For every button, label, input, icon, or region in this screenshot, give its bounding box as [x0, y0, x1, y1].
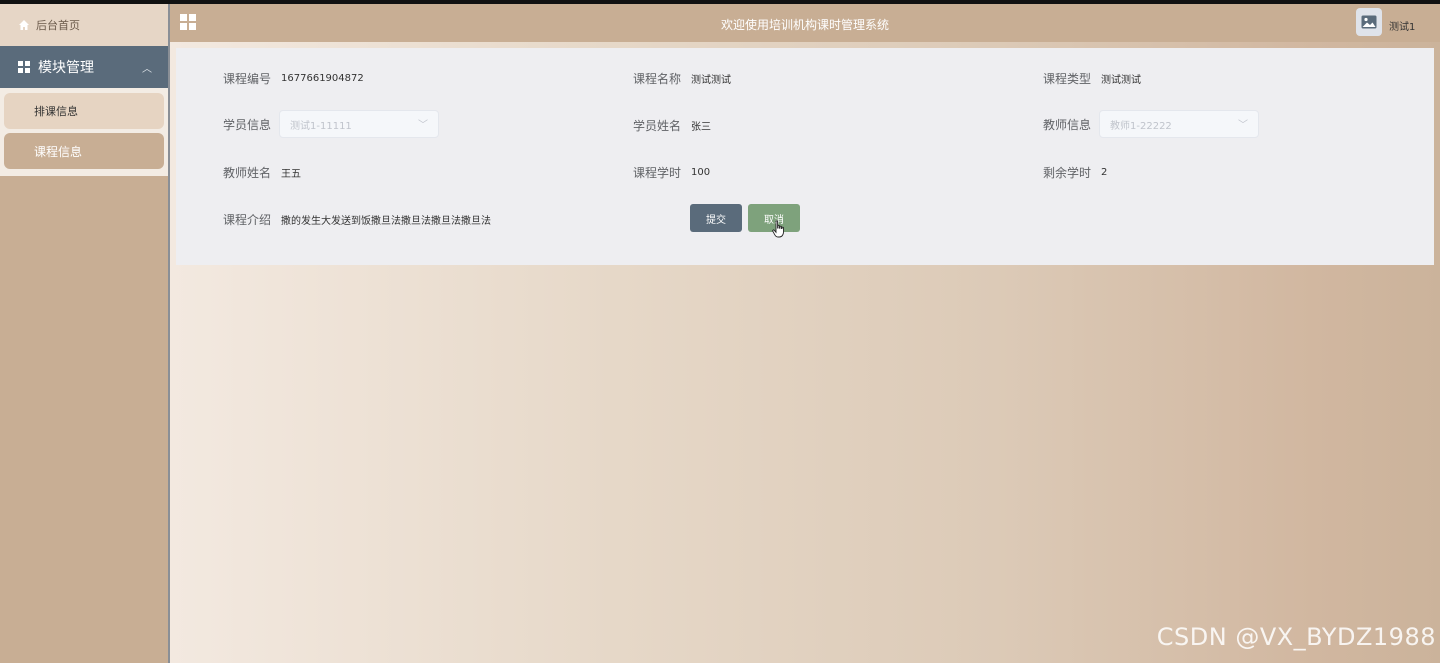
sidebar-submenu: 排课信息 课程信息 — [0, 88, 168, 176]
field-course-hours: 课程学时 100 — [633, 164, 710, 181]
field-remaining-hours: 剩余学时 2 — [1043, 164, 1107, 181]
sidebar-group-label: 模块管理 — [38, 60, 94, 76]
sidebar-item-course-info[interactable]: 课程信息 — [4, 133, 164, 169]
grid-icon — [18, 61, 30, 73]
course-form: 课程编号 1677661904872 课程名称 测试测试 课程类型 测试测试 学… — [176, 48, 1434, 265]
chevron-up-icon: ︿ — [142, 64, 152, 75]
chevron-down-icon: ﹀ — [418, 120, 429, 131]
sidebar-home-link[interactable]: 后台首页 — [0, 4, 168, 46]
image-icon — [1361, 15, 1377, 29]
course-intro-value: 撒的发生大发送到饭撒旦法撒旦法撒旦法撒旦法 — [281, 216, 492, 227]
field-teacher-info: 教师信息 教师1-22222 ﹀ — [1043, 110, 1260, 138]
field-label: 课程学时 — [633, 166, 682, 180]
hand-cursor-icon — [772, 220, 784, 238]
home-icon — [19, 20, 29, 30]
field-student-name: 学员姓名 张三 — [633, 117, 711, 134]
main-content: 课程编号 1677661904872 课程名称 测试测试 课程类型 测试测试 学… — [170, 42, 1440, 663]
course-no-value: 1677661904872 — [281, 73, 364, 84]
field-course-no: 课程编号 1677661904872 — [223, 70, 364, 87]
field-course-intro: 课程介绍 撒的发生大发送到饭撒旦法撒旦法撒旦法撒旦法 — [223, 211, 491, 228]
sidebar-item-label: 排课信息 — [34, 105, 78, 118]
field-course-type: 课程类型 测试测试 — [1043, 70, 1141, 87]
field-teacher-name: 教师姓名 王五 — [223, 164, 301, 181]
field-label: 课程类型 — [1043, 72, 1092, 86]
student-info-select-value: 测试1-11111 — [290, 120, 352, 132]
course-hours-value: 100 — [691, 167, 711, 178]
username[interactable]: 测试1 — [1389, 18, 1415, 33]
sidebar: 后台首页 模块管理 ︿ 排课信息 课程信息 — [0, 4, 168, 663]
student-name-value: 张三 — [691, 122, 712, 133]
sidebar-home-label: 后台首页 — [36, 19, 80, 32]
field-label: 课程名称 — [633, 72, 682, 86]
page-title: 欢迎使用培训机构课时管理系统 — [720, 18, 889, 32]
sidebar-item-label: 课程信息 — [34, 144, 83, 159]
sidebar-group-module-management[interactable]: 模块管理 ︿ — [0, 46, 168, 88]
avatar[interactable] — [1356, 8, 1382, 36]
field-label: 教师姓名 — [223, 166, 272, 180]
submit-button[interactable]: 提交 — [690, 204, 742, 232]
field-label: 课程介绍 — [223, 213, 272, 227]
header: 欢迎使用培训机构课时管理系统 测试1 — [170, 4, 1440, 42]
field-student-info: 学员信息 测试1-11111 ﹀ — [223, 110, 440, 138]
field-label: 课程编号 — [223, 72, 272, 86]
student-info-select[interactable]: 测试1-11111 ﹀ — [279, 110, 440, 138]
field-label: 学员信息 — [223, 117, 272, 132]
teacher-info-select[interactable]: 教师1-22222 ﹀ — [1099, 110, 1260, 138]
teacher-info-select-value: 教师1-22222 — [1110, 120, 1172, 132]
watermark: CSDN @VX_BYDZ1988 — [1156, 623, 1436, 651]
remaining-hours-value: 2 — [1101, 167, 1108, 178]
teacher-name-value: 王五 — [281, 169, 302, 180]
field-course-name: 课程名称 测试测试 — [633, 70, 731, 87]
sidebar-item-scheduling[interactable]: 排课信息 — [4, 93, 164, 129]
field-label: 剩余学时 — [1043, 166, 1092, 180]
course-type-value: 测试测试 — [1101, 75, 1142, 86]
field-label: 教师信息 — [1043, 117, 1092, 132]
course-name-value: 测试测试 — [691, 75, 732, 86]
chevron-down-icon: ﹀ — [1238, 120, 1249, 131]
field-label: 学员姓名 — [633, 119, 682, 133]
